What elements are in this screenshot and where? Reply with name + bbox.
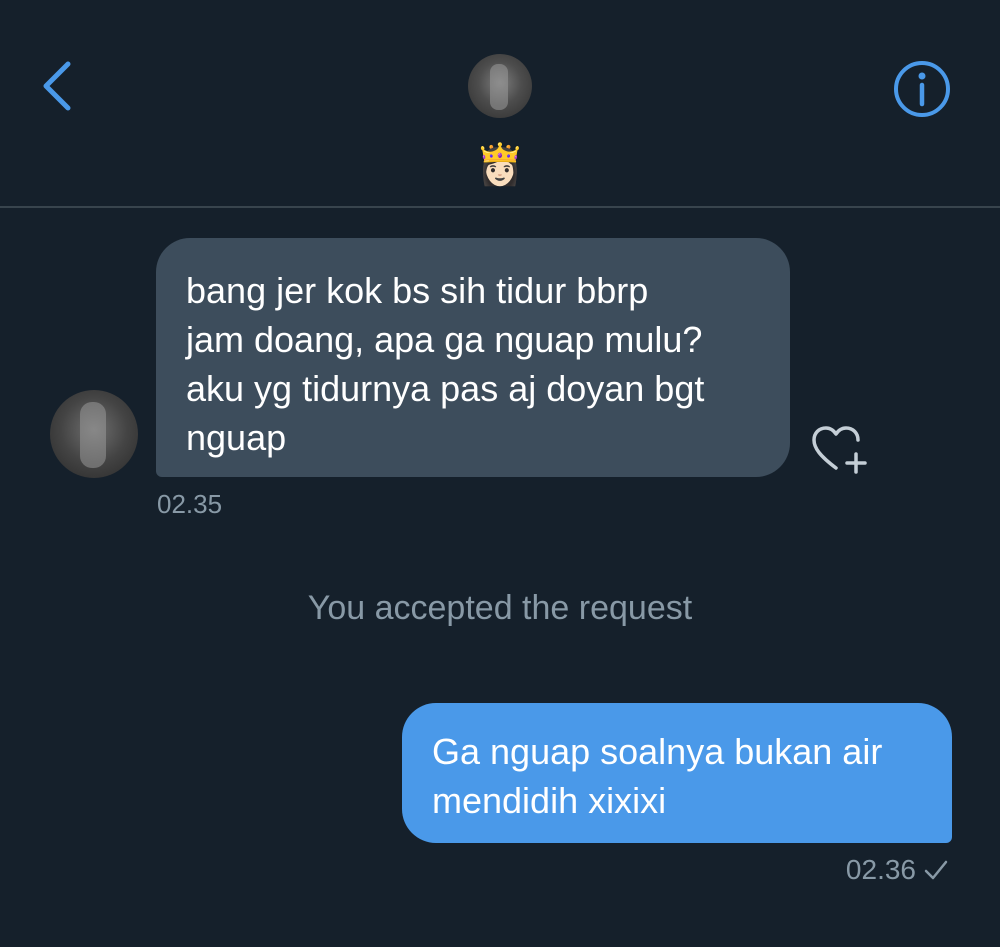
heart-plus-icon[interactable] (810, 424, 870, 476)
contact-avatar[interactable] (468, 54, 532, 118)
incoming-message-text: bang jer kok bs sih tidur bbrp jam doang… (186, 270, 705, 458)
incoming-timestamp: 02.35 (157, 489, 223, 519)
outgoing-message-text: Ga nguap soalnya bukan air mendidih xixi… (432, 731, 883, 821)
back-chevron-icon[interactable] (38, 60, 78, 112)
outgoing-timestamp: 02.36 (845, 854, 916, 885)
sender-avatar[interactable] (50, 390, 138, 478)
checkmark-icon (924, 860, 948, 880)
outgoing-message-bubble[interactable]: Ga nguap soalnya bukan air mendidih xixi… (402, 703, 952, 843)
conversation-header: 👸🏻 (0, 0, 1000, 208)
contact-name[interactable]: 👸🏻 (470, 140, 530, 190)
incoming-message-bubble[interactable]: bang jer kok bs sih tidur bbrp jam doang… (156, 238, 790, 477)
outgoing-meta: 02.36 (846, 853, 948, 887)
info-icon[interactable] (893, 60, 951, 118)
system-notice: You accepted the request (307, 589, 693, 627)
